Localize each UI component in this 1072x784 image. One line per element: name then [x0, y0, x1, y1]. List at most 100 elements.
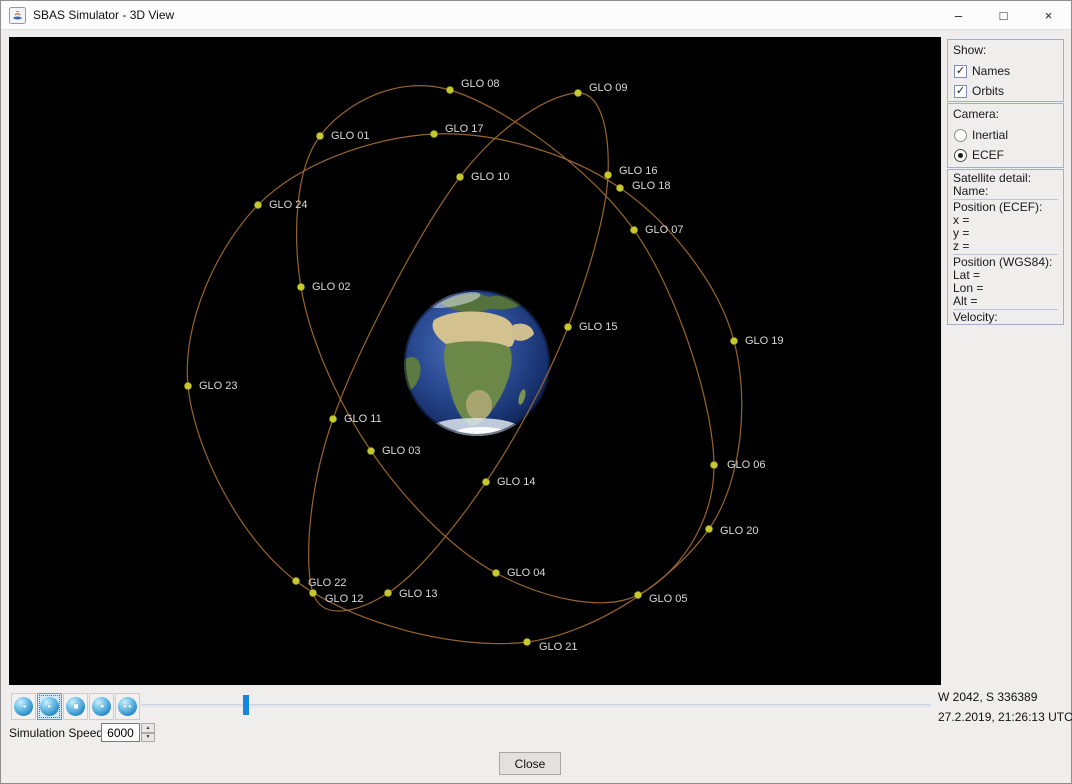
- maximize-button[interactable]: □: [981, 1, 1026, 29]
- earth-globe: [401, 289, 550, 439]
- play-button[interactable]: ►: [37, 693, 62, 720]
- satellite-label: GLO 22: [308, 577, 347, 589]
- satellite-label: GLO 20: [720, 525, 759, 537]
- satellite-label: GLO 14: [497, 476, 536, 488]
- satellite-marker-glo-10[interactable]: [456, 173, 463, 180]
- satellite-label: GLO 21: [539, 641, 578, 653]
- satellite-label: GLO 18: [632, 180, 671, 192]
- satellite-label: GLO 06: [727, 459, 766, 471]
- satellite-label: GLO 08: [461, 78, 500, 90]
- close-button[interactable]: Close: [499, 752, 561, 775]
- satellite-label: GLO 04: [507, 567, 546, 579]
- satellite-label: GLO 10: [471, 171, 510, 183]
- satellite-marker-glo-08[interactable]: [446, 86, 453, 93]
- show-option-orbits[interactable]: ✓ Orbits: [954, 85, 1058, 98]
- status-datetime: 27.2.2019, 21:26:13 UTC: [938, 710, 1072, 724]
- arrow-up-icon: ▲: [146, 726, 151, 730]
- satellite-marker-glo-09[interactable]: [574, 89, 581, 96]
- view3d-canvas[interactable]: GLO 01GLO 02GLO 03GLO 04GLO 05GLO 06GLO …: [9, 37, 941, 685]
- show-option-names[interactable]: ✓ Names: [954, 65, 1058, 78]
- time-slider-thumb[interactable]: [243, 695, 249, 715]
- simulation-speed-spinner: ▲ ▼: [101, 723, 155, 742]
- satellite-label: GLO 15: [579, 321, 618, 333]
- stop-button[interactable]: ■: [89, 693, 114, 720]
- radio-ecef[interactable]: [954, 149, 967, 162]
- camera-panel: Camera: Inertial ECEF: [947, 103, 1064, 168]
- radio-inertial[interactable]: [954, 129, 967, 142]
- orbit-scene: GLO 01GLO 02GLO 03GLO 04GLO 05GLO 06GLO …: [9, 37, 941, 685]
- satellite-detail-panel: Satellite detail:Name:Position (ECEF):x …: [947, 169, 1064, 325]
- rewind-button[interactable]: ◄: [11, 693, 36, 720]
- speed-increment-button[interactable]: ▲: [141, 723, 155, 733]
- status-coordinates: W 2042, S 336389: [938, 690, 1037, 704]
- show-panel: Show: ✓ Names ✓ Orbits: [947, 39, 1064, 102]
- satellite-marker-glo-13[interactable]: [384, 589, 391, 596]
- pause-icon: ▮▮: [66, 697, 85, 716]
- satellite-marker-glo-22[interactable]: [292, 577, 299, 584]
- radio-label: Inertial: [972, 129, 1008, 142]
- satellite-label: GLO 01: [331, 130, 370, 142]
- forward-button[interactable]: ►►: [115, 693, 140, 720]
- camera-label: Camera:: [953, 107, 1058, 122]
- satellite-marker-glo-11[interactable]: [329, 415, 336, 422]
- satellite-label: GLO 11: [344, 413, 382, 425]
- satellite-label: GLO 23: [199, 380, 238, 392]
- satellite-marker-glo-07[interactable]: [630, 226, 637, 233]
- satellite-marker-glo-01[interactable]: [316, 132, 323, 139]
- rewind-icon: ◄: [14, 697, 33, 716]
- satellite-marker-glo-24[interactable]: [254, 201, 261, 208]
- time-slider[interactable]: [141, 704, 931, 707]
- satellite-label: GLO 13: [399, 588, 438, 600]
- camera-option-ecef[interactable]: ECEF: [954, 149, 1058, 162]
- checkbox-orbits[interactable]: ✓: [954, 85, 967, 98]
- satellite-label: GLO 07: [645, 224, 684, 236]
- satellite-marker-glo-16[interactable]: [604, 171, 611, 178]
- detail-group: Position (ECEF):x =y =z =: [953, 199, 1058, 254]
- satellite-marker-glo-03[interactable]: [367, 447, 374, 454]
- pause-button[interactable]: ▮▮: [63, 693, 88, 720]
- app-icon: [9, 7, 26, 24]
- stop-icon: ■: [92, 697, 111, 716]
- titlebar: SBAS Simulator - 3D View – □ ×: [1, 1, 1071, 30]
- satellite-label: GLO 24: [269, 199, 308, 211]
- satellite-label: GLO 05: [649, 593, 688, 605]
- satellite-marker-glo-21[interactable]: [523, 638, 530, 645]
- satellite-marker-glo-05[interactable]: [634, 591, 641, 598]
- checkbox-label: Orbits: [972, 85, 1004, 98]
- detail-row: Velocity:: [953, 311, 1058, 324]
- satellite-marker-glo-12[interactable]: [309, 589, 316, 596]
- satellite-marker-glo-06[interactable]: [710, 461, 717, 468]
- satellite-marker-glo-04[interactable]: [492, 569, 499, 576]
- detail-row: Name:: [953, 185, 1058, 198]
- satellite-marker-glo-17[interactable]: [430, 130, 437, 137]
- close-window-button[interactable]: ×: [1026, 1, 1071, 29]
- detail-group: Position (WGS84):Lat =Lon =Alt =: [953, 254, 1058, 309]
- satellite-label: GLO 17: [445, 123, 484, 135]
- satellite-label: GLO 19: [745, 335, 784, 347]
- satellite-label: GLO 12: [325, 593, 364, 605]
- minimize-icon: –: [955, 8, 962, 23]
- simulation-speed-label: Simulation Speed:: [9, 726, 106, 740]
- satellite-label: GLO 16: [619, 165, 658, 177]
- window-controls: – □ ×: [936, 1, 1071, 29]
- satellite-marker-glo-18[interactable]: [616, 184, 623, 191]
- checkbox-names[interactable]: ✓: [954, 65, 967, 78]
- camera-option-inertial[interactable]: Inertial: [954, 129, 1058, 142]
- speed-decrement-button[interactable]: ▼: [141, 733, 155, 743]
- detail-group: Satellite detail:Name:: [953, 171, 1058, 199]
- satellite-marker-glo-23[interactable]: [184, 382, 191, 389]
- show-label: Show:: [953, 43, 1058, 58]
- window-title: SBAS Simulator - 3D View: [33, 8, 174, 22]
- satellite-marker-glo-19[interactable]: [730, 337, 737, 344]
- radio-label: ECEF: [972, 149, 1004, 162]
- satellite-marker-glo-14[interactable]: [482, 478, 489, 485]
- close-icon: ×: [1045, 8, 1053, 23]
- satellite-label: GLO 03: [382, 445, 421, 457]
- satellite-marker-glo-15[interactable]: [564, 323, 571, 330]
- minimize-button[interactable]: –: [936, 1, 981, 29]
- simulation-speed-input[interactable]: [101, 723, 140, 742]
- satellite-marker-glo-02[interactable]: [297, 283, 304, 290]
- forward-icon: ►►: [118, 697, 137, 716]
- checkbox-label: Names: [972, 65, 1010, 78]
- satellite-marker-glo-20[interactable]: [705, 525, 712, 532]
